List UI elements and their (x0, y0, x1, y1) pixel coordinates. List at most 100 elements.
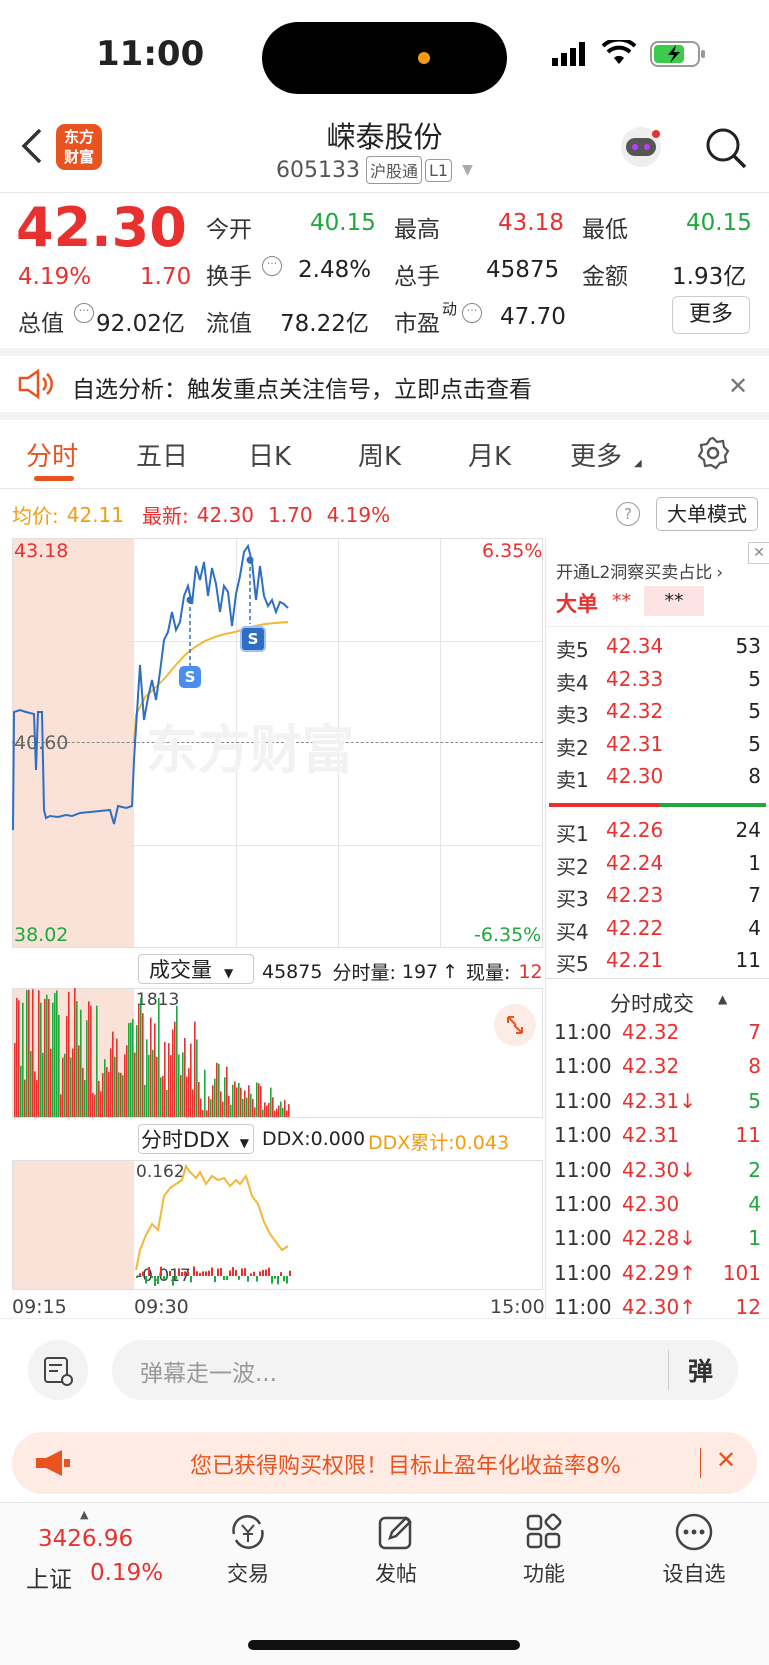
close-icon[interactable]: ✕ (748, 542, 769, 564)
ddx-bar (169, 1271, 171, 1276)
ask-price: 42.30 (606, 764, 664, 788)
bid-row[interactable]: 买3 42.23 7 (556, 883, 761, 912)
ddx-bar (175, 1276, 177, 1280)
trade-row: 11:00 42.29↑ 101 (554, 1261, 761, 1285)
ddx-bar (181, 1272, 183, 1276)
danmu-placeholder: 弹幕走一波... (140, 1361, 277, 1387)
index-name[interactable]: 上证 (26, 1560, 72, 1594)
bid-row[interactable]: 买2 42.24 1 (556, 851, 761, 880)
trade-price: 42.30↑ (622, 1295, 697, 1320)
ddx-bar (229, 1270, 231, 1276)
trade-row: 11:00 42.30↑ 12 (554, 1295, 761, 1319)
trade-vol: 101 (722, 1260, 761, 1285)
ddx-bar (247, 1276, 249, 1282)
comment-list-icon[interactable] (28, 1340, 88, 1400)
trade-price: 42.32 (622, 1054, 680, 1079)
bid-vol: 7 (748, 883, 761, 907)
trade-time: 11:00 (554, 1226, 612, 1251)
ddx-bar (238, 1276, 240, 1280)
chevron-right-icon: › (716, 563, 724, 583)
index-pct[interactable]: 0.19% (90, 1560, 163, 1586)
ddx-bar (142, 1271, 144, 1276)
ddx-bar (163, 1276, 165, 1281)
trade-price: 42.28↓ (622, 1226, 697, 1251)
ddx-bar (268, 1267, 270, 1276)
ask-row[interactable]: 卖1 42.30 8 (556, 764, 761, 793)
ddx-bar (286, 1276, 288, 1284)
trade-vol: 7 (748, 1020, 761, 1044)
ask-row[interactable]: 卖2 42.31 5 (556, 732, 761, 761)
edit-icon (376, 1512, 416, 1552)
ddx-bar (289, 1270, 291, 1276)
bid-row[interactable]: 买5 42.21 11 (556, 948, 761, 977)
trade-vol: 12 (735, 1295, 761, 1320)
ddx-bar (166, 1276, 168, 1279)
trade-price: 42.29↑ (622, 1260, 697, 1285)
spread-bar-red (549, 803, 659, 807)
trade-row: 11:00 42.30↓ 2 (554, 1158, 761, 1182)
l2-promo[interactable]: 开通L2洞察买卖占比 › (556, 558, 723, 583)
trade-vol: 5 (748, 1088, 761, 1113)
ddx-bar (232, 1267, 234, 1276)
promo-separator (700, 1448, 701, 1478)
trade-row: 11:00 42.31 11 (554, 1123, 761, 1147)
ddx-bar (145, 1276, 147, 1284)
trade-price: 42.32 (622, 1020, 680, 1044)
trade-time: 11:00 (554, 1054, 612, 1079)
nav-post[interactable]: 发帖 (346, 1512, 446, 1588)
grid-apps-icon (524, 1512, 564, 1552)
bid-row[interactable]: 买1 42.26 24 (556, 818, 761, 847)
trade-vol: 11 (735, 1123, 761, 1148)
danmu-toggle-button[interactable]: 弹 (688, 1352, 713, 1388)
ddx-bar (259, 1271, 261, 1276)
trade-time: 11:00 (554, 1295, 612, 1320)
ddx-bar (178, 1268, 180, 1276)
trade-row: 11:00 42.28↓ 1 (554, 1226, 761, 1250)
trade-row: 11:00 42.32 8 (554, 1054, 761, 1078)
trade-time: 11:00 (554, 1088, 612, 1113)
bid-vol: 4 (748, 915, 761, 940)
trade-time: 11:00 (554, 1020, 612, 1044)
ask-vol: 5 (748, 699, 761, 723)
bid-row[interactable]: 买4 42.22 4 (556, 916, 761, 945)
ddx-bar (139, 1273, 141, 1276)
ask-price: 42.34 (606, 634, 664, 658)
ddx-bar (223, 1276, 225, 1281)
time-label-start: 09:15 (12, 1296, 67, 1318)
nav-add-watchlist[interactable]: 设自选 (644, 1512, 744, 1588)
ask-vol: 5 (748, 666, 761, 691)
ddx-bar (211, 1267, 213, 1276)
close-icon[interactable]: ✕ (716, 1446, 736, 1474)
bid-label: 买3 (556, 887, 589, 911)
ddx-bar (226, 1276, 228, 1281)
ddx-bar (172, 1276, 174, 1286)
ask-row[interactable]: 卖5 42.34 53 (556, 634, 761, 663)
trade-time: 11:00 (554, 1192, 612, 1216)
danmu-input[interactable]: 弹幕走一波... 弹 (112, 1340, 738, 1400)
nav-functions[interactable]: 功能 (494, 1512, 594, 1588)
nav-post-label: 发帖 (375, 1562, 417, 1586)
orderbook-divider (545, 538, 546, 1318)
section-divider (546, 978, 769, 979)
bid-label: 买2 (556, 854, 589, 879)
ask-row[interactable]: 卖4 42.33 5 (556, 667, 761, 696)
trades-title[interactable]: 分时成交 (610, 988, 694, 1018)
trade-vol: 4 (748, 1192, 761, 1216)
ask-vol: 53 (735, 634, 761, 658)
ask-price: 42.31 (606, 731, 664, 756)
trade-vol: 2 (748, 1157, 761, 1182)
ask-label: 卖3 (556, 703, 589, 727)
promo-text: 您已获得购买权限！目标止盈年化收益率8% (190, 1454, 621, 1479)
big-order-value: ** (612, 590, 631, 612)
trade-row: 11:00 42.32 7 (554, 1020, 761, 1044)
ddx-bar (160, 1266, 162, 1276)
index-value[interactable]: 3426.96 (38, 1526, 133, 1552)
trade-price: 42.31 (622, 1123, 680, 1148)
nav-trade[interactable]: 交易 (198, 1512, 298, 1588)
section-divider (546, 626, 769, 627)
promo-banner[interactable]: 您已获得购买权限！目标止盈年化收益率8% ✕ (12, 1432, 757, 1494)
ask-vol: 5 (748, 731, 761, 756)
index-up-icon: ▲ (80, 1508, 89, 1521)
big-order-value-box: ** (644, 586, 704, 616)
ask-row[interactable]: 卖3 42.32 5 (556, 699, 761, 728)
